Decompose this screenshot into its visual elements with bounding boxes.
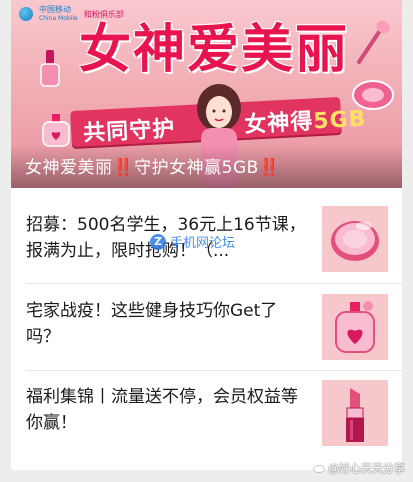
banner-cover[interactable]: 中国移动 China Mobile 和粉俱乐部 女神爱美丽 共同守护 女神得5G… [11, 0, 402, 188]
lipstick-icon [322, 380, 388, 446]
club-logo-text: 和粉俱乐部 [83, 9, 124, 19]
weibo-watermark-text: @好心天天分享 [328, 462, 405, 475]
list-divider [26, 283, 402, 284]
list-divider [26, 370, 402, 371]
china-mobile-logo-icon [19, 7, 33, 21]
weibo-watermark: @好心天天分享 [313, 460, 405, 476]
article-thumbnail [322, 206, 388, 272]
article-thumbnail [322, 294, 388, 360]
china-mobile-logo-text: 中国移动 China Mobile [39, 5, 78, 22]
forum-watermark-text: 手机网论坛 [170, 236, 236, 251]
makeup-brush-icon [357, 20, 390, 64]
forum-watermark: Z 手机网论坛 [150, 232, 235, 251]
nail-polish-icon [40, 50, 60, 87]
forum-badge-icon: Z [150, 233, 166, 250]
banner-caption: 女神爱美丽‼️守护女神赢5GB‼️ [25, 158, 281, 178]
compact-mirror-icon [322, 206, 388, 272]
article-title: 宅家战疫！这些健身技巧你Get了吗？ [26, 301, 278, 347]
article-item[interactable]: 宅家战疫！这些健身技巧你Get了吗？ [11, 294, 402, 364]
weibo-icon [313, 465, 325, 473]
article-thumbnail [322, 380, 388, 446]
article-title: 福利集锦丨流量送不停，会员权益等你赢！ [26, 387, 298, 433]
perfume-bottle-icon [322, 294, 388, 360]
article-item[interactable]: 福利集锦丨流量送不停，会员权益等你赢！ [11, 380, 402, 452]
banner-headline: 女神爱美丽 [79, 19, 350, 80]
